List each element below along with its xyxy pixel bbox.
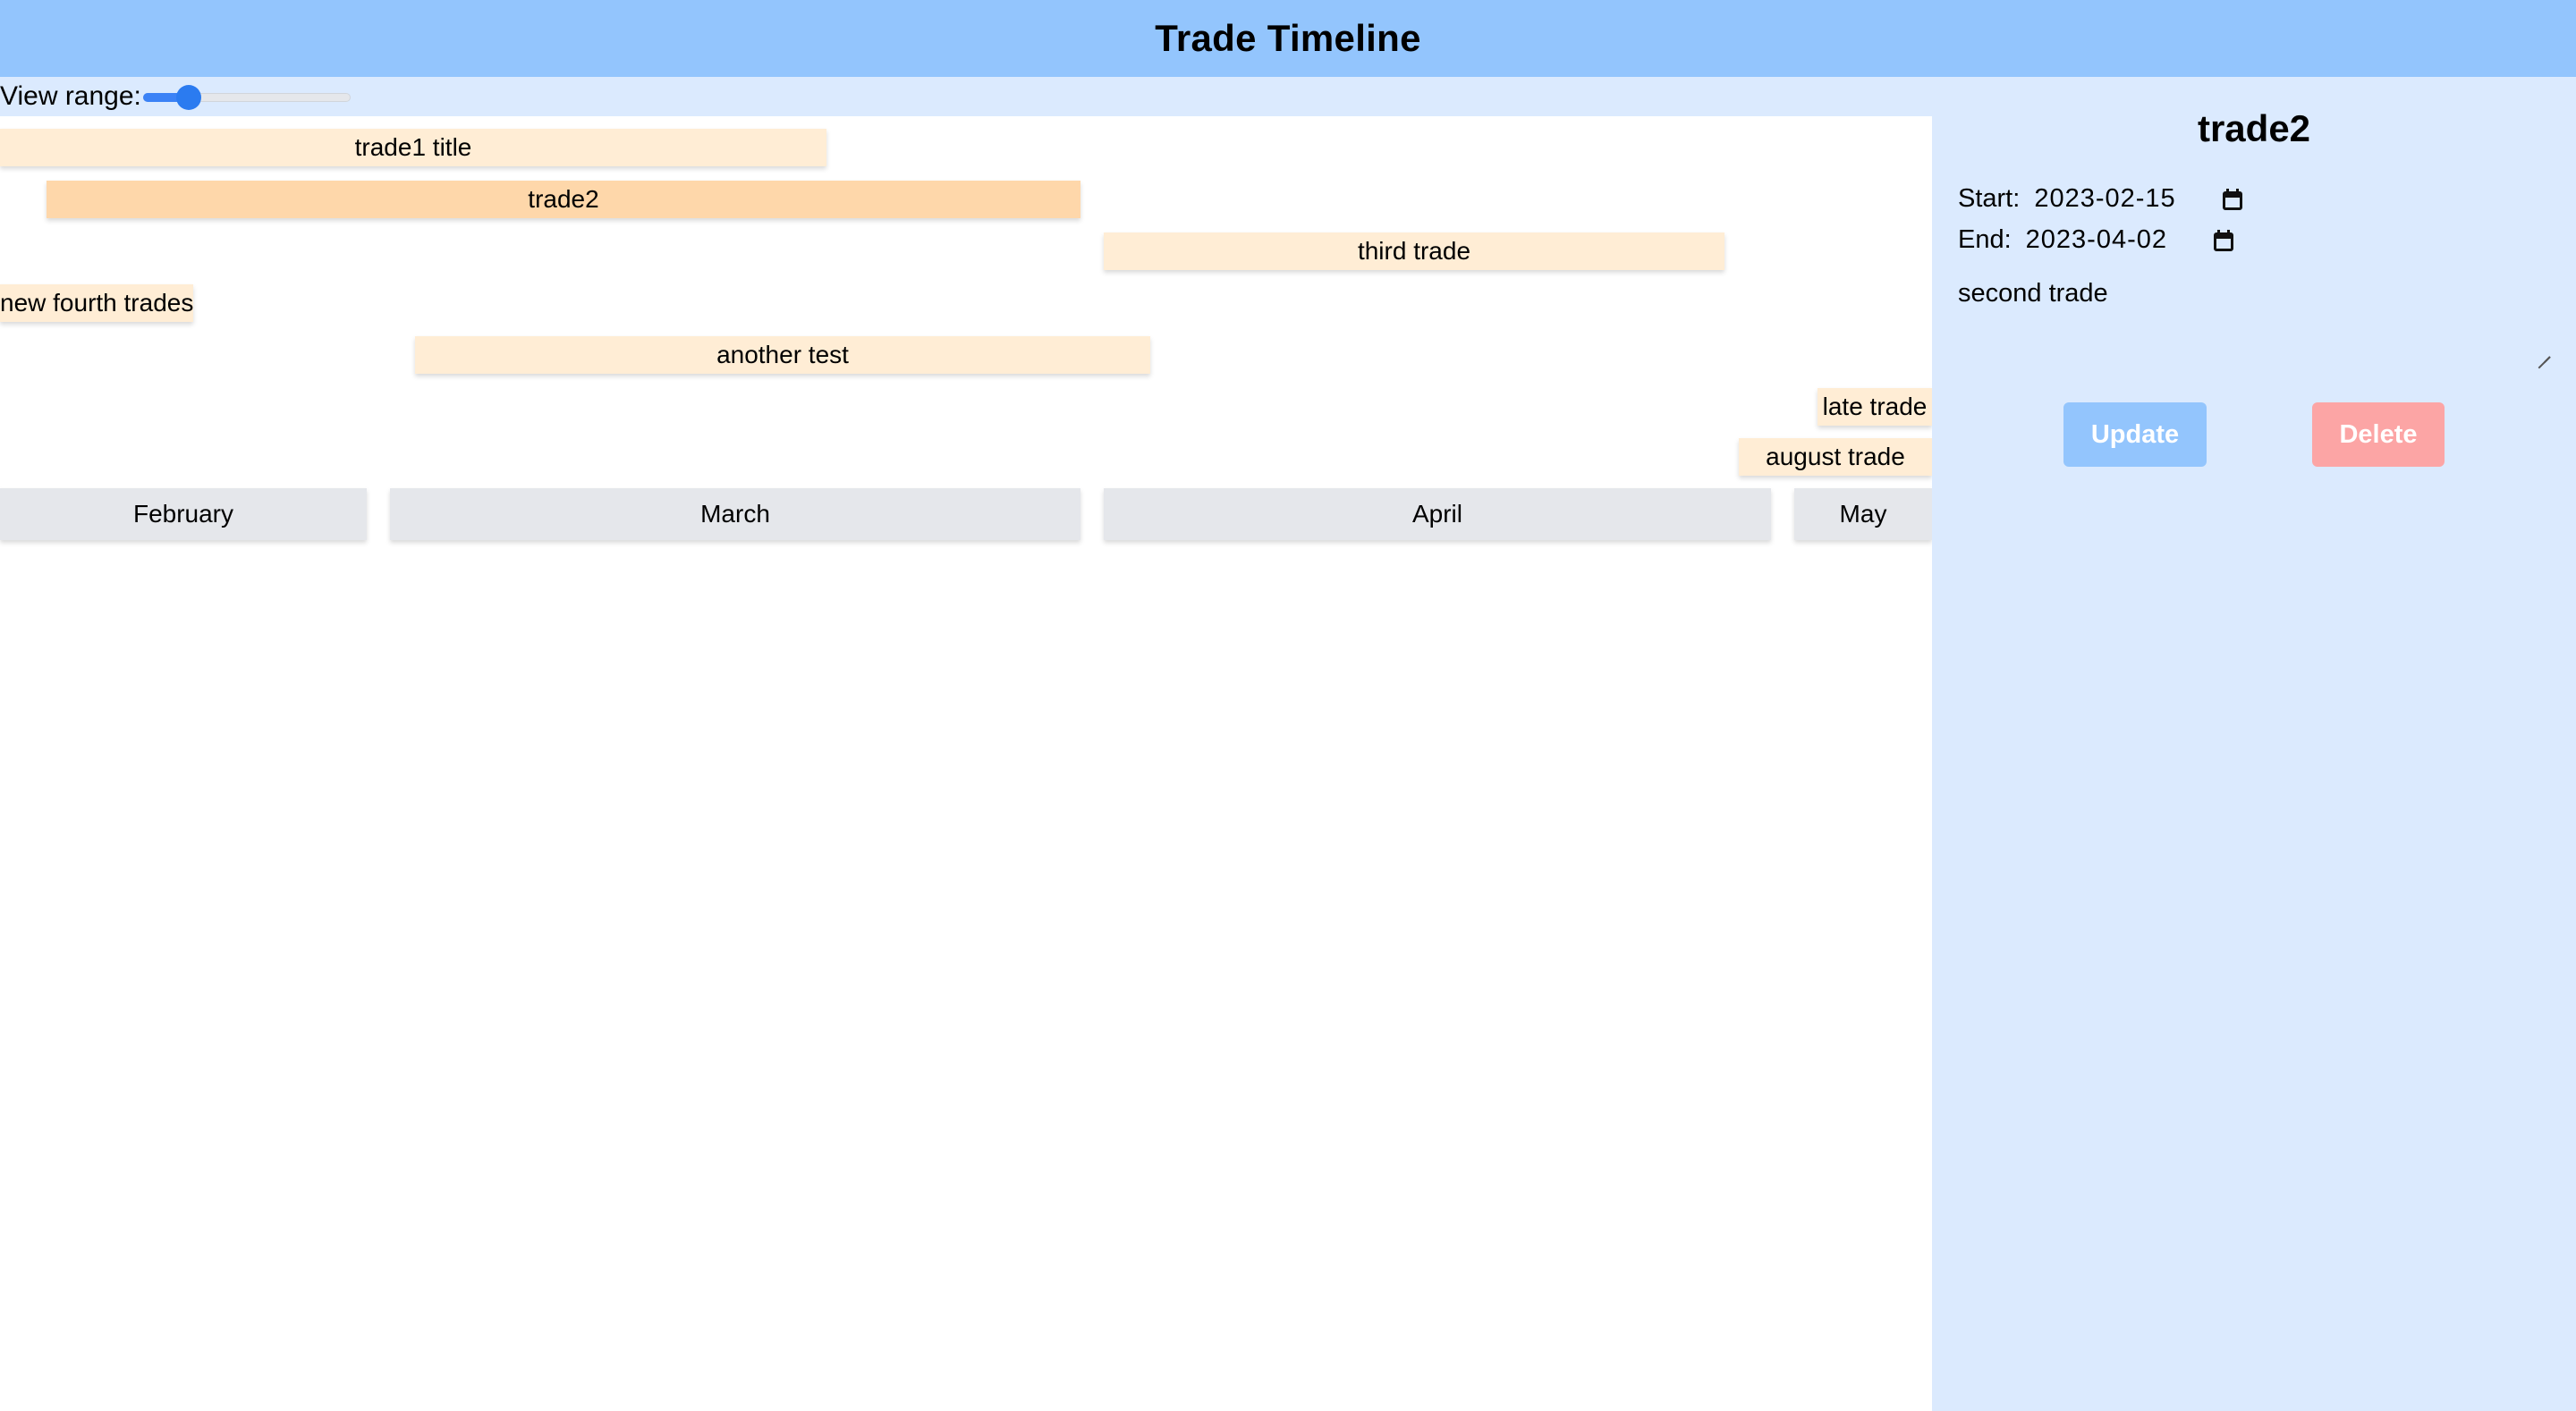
start-date-row: Start: 2023-02-15 <box>1958 184 2242 214</box>
app-header: Trade Timeline <box>0 0 2576 77</box>
end-label: End: <box>1958 225 2012 254</box>
view-range-label: View range: <box>0 81 141 111</box>
month-label: March <box>390 488 1080 540</box>
trade-bar[interactable]: new fourth trades <box>0 284 193 322</box>
calendar-icon[interactable] <box>2214 229 2234 251</box>
slider-thumb[interactable] <box>175 85 201 110</box>
end-date-value: 2023-04-02 <box>2025 225 2168 254</box>
end-date-input[interactable]: 2023-04-02 <box>2025 225 2234 255</box>
month-label: May <box>1794 488 1932 540</box>
trade-bar[interactable]: third trade <box>1104 232 1724 270</box>
description-textarea[interactable]: second trade <box>1958 279 2550 359</box>
trade-bar[interactable]: trade1 title <box>0 129 826 166</box>
start-label: Start: <box>1958 184 2021 213</box>
trade-bar[interactable]: august trade <box>1739 438 1932 476</box>
description-text: second trade <box>1958 279 2108 308</box>
trade-bar[interactable]: late trade <box>1818 388 1932 426</box>
trade-detail-panel: trade2 Start: 2023-02-15 End: 2023-04-02… <box>1932 77 2576 1411</box>
timeline: trade1 title trade2 third trade new four… <box>0 116 1932 1411</box>
end-date-row: End: 2023-04-02 <box>1958 225 2234 255</box>
calendar-icon[interactable] <box>2222 188 2242 210</box>
trade-detail-title: trade2 <box>2197 107 2311 149</box>
page-title: Trade Timeline <box>1155 17 1421 59</box>
trade-bar[interactable]: another test <box>415 336 1150 374</box>
view-range-bar: View range: <box>0 77 1932 116</box>
update-button[interactable]: Update <box>2063 402 2207 467</box>
trade-bar[interactable]: trade2 <box>47 181 1080 218</box>
month-label: April <box>1104 488 1771 540</box>
view-range-slider[interactable] <box>142 84 351 110</box>
delete-button[interactable]: Delete <box>2312 402 2445 467</box>
resize-handle-icon[interactable] <box>2536 345 2550 359</box>
start-date-input[interactable]: 2023-02-15 <box>2034 184 2242 214</box>
month-label: February <box>0 488 367 540</box>
timeline-area: View range: trade1 title trade2 third tr… <box>0 77 1932 1411</box>
start-date-value: 2023-02-15 <box>2034 184 2176 213</box>
